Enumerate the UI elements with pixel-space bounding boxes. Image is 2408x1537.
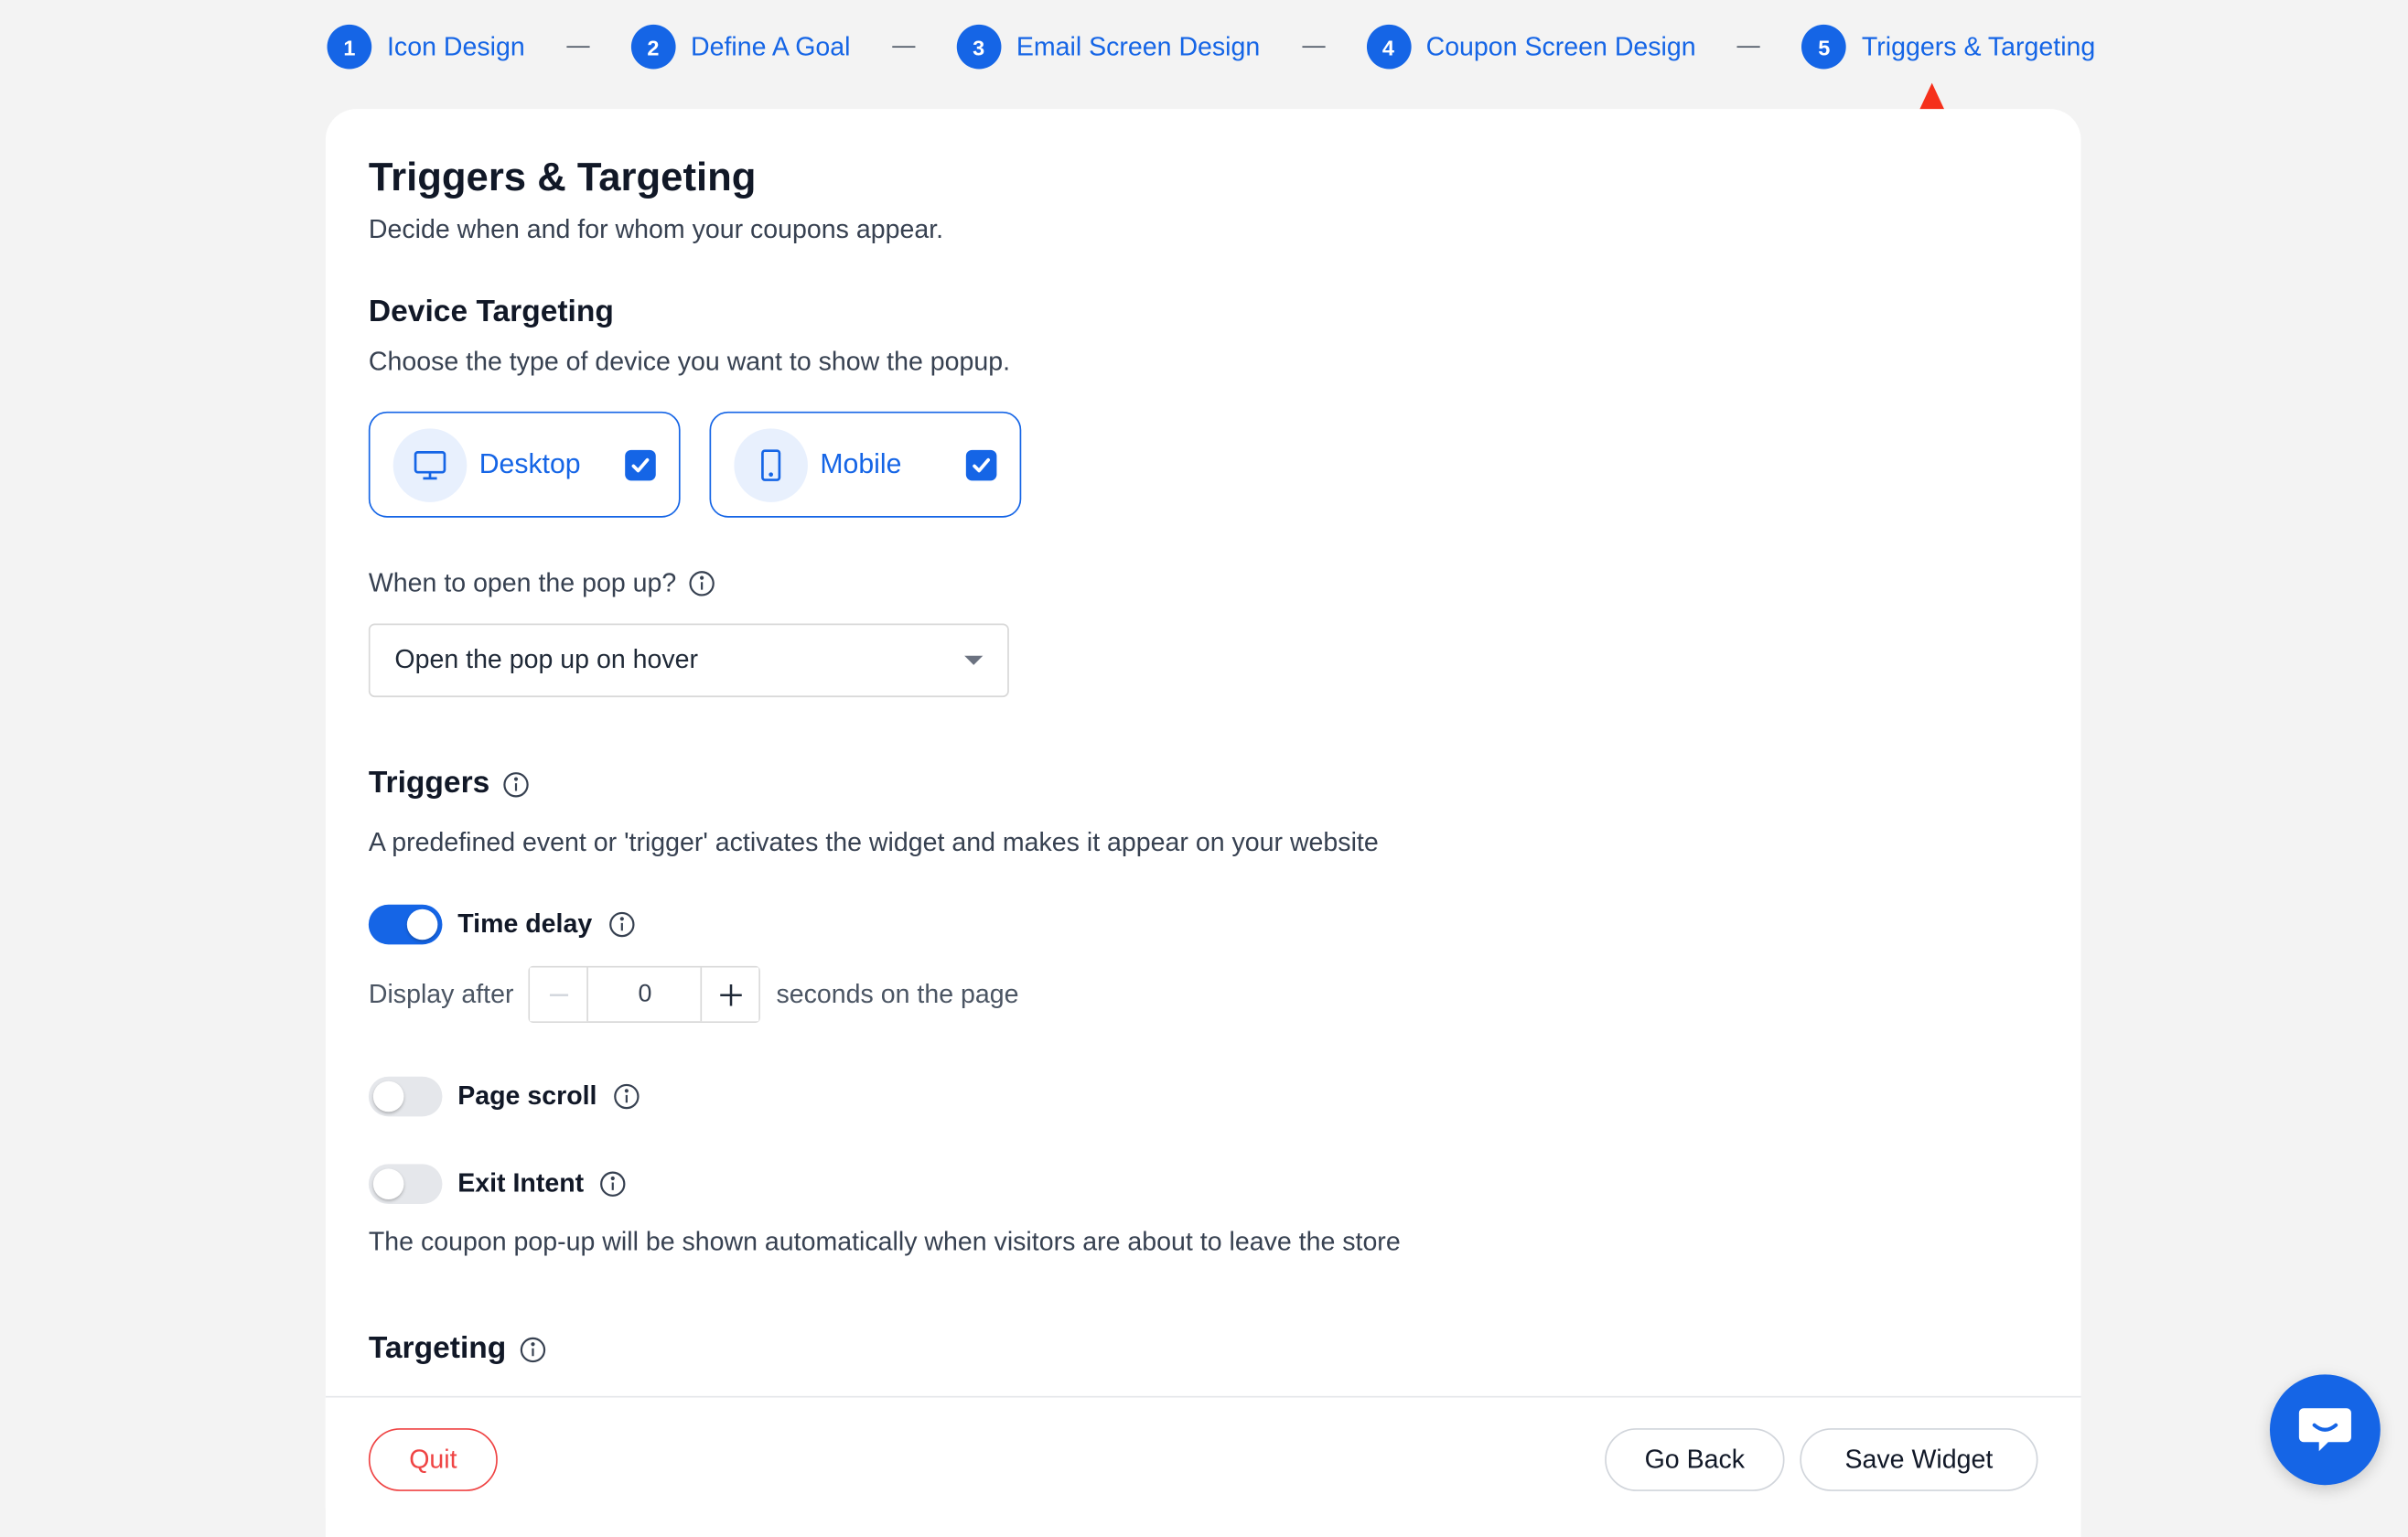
page-subtitle: Decide when and for whom your coupons ap… (368, 215, 944, 244)
open-popup-selected: Open the pop up on hover (394, 645, 699, 674)
step-coupon-screen-design[interactable]: 4 Coupon Screen Design (1366, 24, 1696, 70)
info-icon[interactable] (607, 910, 635, 938)
time-delay-toggle[interactable] (368, 904, 443, 945)
go-back-button[interactable]: Go Back (1605, 1428, 1785, 1491)
desktop-checkbox[interactable] (625, 448, 656, 480)
device-option-mobile[interactable]: Mobile (709, 411, 1022, 518)
step-number: 5 (1801, 24, 1847, 70)
step-triggers-targeting[interactable]: 5 Triggers & Targeting (1801, 24, 2096, 70)
device-targeting-title: Device Targeting (368, 295, 614, 329)
increment-button[interactable] (701, 967, 760, 1022)
display-after-row: Display after 0 seconds on the page (368, 965, 1019, 1023)
device-option-desktop[interactable]: Desktop (368, 411, 681, 518)
stepper: 1 Icon Design 2 Define A Goal 3 Email Sc… (327, 24, 2096, 70)
step-icon-design[interactable]: 1 Icon Design (327, 24, 525, 70)
step-label: Define A Goal (691, 31, 851, 61)
triggers-title: Triggers (368, 766, 490, 801)
device-targeting-heading: Device Targeting (369, 295, 614, 330)
display-after-suffix: seconds on the page (776, 979, 1019, 1009)
main-card: Triggers & Targeting Decide when and for… (325, 109, 2081, 1537)
time-delay-label: Time delay (457, 908, 593, 939)
open-popup-label-row: When to open the pop up? (369, 568, 716, 599)
toggle-knob (372, 1168, 404, 1199)
chat-widget-button[interactable] (2269, 1374, 2381, 1486)
mobile-icon (734, 427, 808, 502)
decrement-button[interactable] (530, 967, 589, 1022)
info-icon[interactable] (519, 1336, 546, 1363)
info-icon[interactable] (502, 770, 530, 798)
card-footer: Quit Go Back Save Widget (325, 1395, 2081, 1537)
delay-seconds-stepper: 0 (529, 965, 761, 1023)
open-popup-label: When to open the pop up? (368, 568, 677, 597)
step-email-screen-design[interactable]: 3 Email Screen Design (956, 24, 1261, 70)
step-separator (1736, 45, 1761, 48)
step-label: Icon Design (387, 31, 525, 61)
step-label: Email Screen Design (1016, 31, 1261, 61)
step-label: Coupon Screen Design (1425, 31, 1696, 61)
info-icon[interactable] (689, 570, 716, 597)
step-separator (1301, 45, 1325, 48)
minus-icon (549, 993, 569, 996)
app-stage: 1 Icon Design 2 Define A Goal 3 Email Sc… (0, 0, 2408, 1537)
targeting-title: Targeting (368, 1331, 507, 1366)
chevron-down-icon (964, 655, 984, 665)
chat-icon (2298, 1408, 2351, 1452)
page-scroll-toggle[interactable] (368, 1076, 443, 1117)
delay-seconds-value[interactable]: 0 (589, 968, 702, 1022)
time-delay-row: Time delay (368, 904, 635, 945)
exit-intent-label: Exit Intent (457, 1168, 585, 1198)
step-number: 4 (1366, 24, 1411, 70)
targeting-heading: Targeting (369, 1331, 546, 1367)
step-number: 3 (956, 24, 1002, 70)
mobile-checkbox[interactable] (965, 448, 997, 480)
quit-button[interactable]: Quit (368, 1428, 498, 1491)
plus-icon (720, 983, 742, 1005)
device-targeting-description: Choose the type of device you want to sh… (368, 347, 1011, 377)
device-option-label: Desktop (478, 448, 581, 479)
exit-intent-description: The coupon pop-up will be shown automati… (368, 1227, 1401, 1257)
step-label: Triggers & Targeting (1861, 31, 2096, 61)
toggle-knob (372, 1080, 404, 1112)
info-icon[interactable] (612, 1082, 640, 1110)
open-popup-select[interactable]: Open the pop up on hover (368, 623, 1009, 698)
step-number: 1 (327, 24, 372, 70)
step-separator (566, 45, 590, 48)
page-title: Triggers & Targeting (368, 153, 757, 200)
toggle-knob (406, 908, 438, 940)
page-scroll-row: Page scroll (368, 1076, 640, 1117)
device-option-label: Mobile (820, 448, 902, 479)
step-separator (891, 45, 916, 48)
triggers-description: A predefined event or 'trigger' activate… (368, 827, 1379, 857)
exit-intent-row: Exit Intent (368, 1164, 627, 1205)
exit-intent-toggle[interactable] (368, 1164, 443, 1205)
page-scroll-label: Page scroll (457, 1080, 597, 1111)
save-widget-button[interactable]: Save Widget (1800, 1428, 2038, 1491)
triggers-heading: Triggers (369, 767, 530, 802)
step-number: 2 (630, 24, 676, 70)
step-define-goal[interactable]: 2 Define A Goal (630, 24, 851, 70)
desktop-icon (392, 427, 468, 502)
display-after-prefix: Display after (368, 979, 514, 1009)
info-icon[interactable] (599, 1170, 627, 1198)
